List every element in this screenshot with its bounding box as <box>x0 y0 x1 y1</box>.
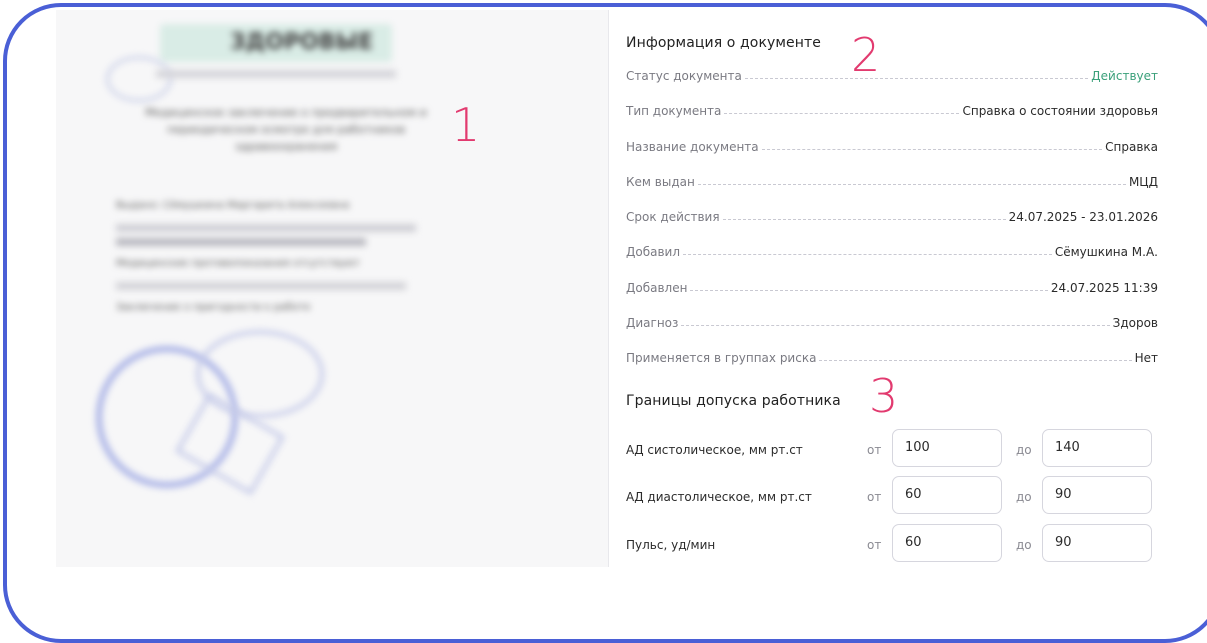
to-label: до <box>1016 443 1032 457</box>
info-value: Нет <box>1134 351 1158 365</box>
leader-dots <box>819 360 1132 361</box>
preview-header-text: ЗДОРОВЫЕ <box>230 30 374 55</box>
leader-dots <box>683 254 1052 255</box>
info-row-diagnosis: Диагноз Здоров <box>626 310 1158 330</box>
to-label: до <box>1016 538 1032 552</box>
limit-label: Пульс, уд/мин <box>626 538 716 552</box>
leader-dots <box>690 290 1048 291</box>
preview-title-line: здравоохранения <box>234 140 338 153</box>
info-label: Кем выдан <box>626 175 695 189</box>
limit-row-systolic: АД систолическое, мм рт.ст от 100 до 140 <box>626 429 1158 469</box>
info-row-name: Название документа Справка <box>626 134 1158 154</box>
leader-dots <box>744 78 1089 79</box>
leader-dots <box>722 219 1006 220</box>
info-label: Добавлен <box>626 281 688 295</box>
preview-line <box>116 282 406 290</box>
preview-line <box>116 238 366 246</box>
preview-title: Медицинское заключение о предварительном… <box>126 104 446 155</box>
info-row-status: Статус документа Действует <box>626 63 1158 83</box>
info-row-added-by: Добавил Сёмушкина М.А. <box>626 239 1158 259</box>
info-row-issuer: Кем выдан МЦД <box>626 169 1158 189</box>
info-label: Название документа <box>626 140 759 154</box>
info-value: Сёмушкина М.А. <box>1054 245 1158 259</box>
status-badge: Действует <box>1091 69 1158 83</box>
leader-dots <box>724 113 960 114</box>
from-label: от <box>867 443 882 457</box>
preview-body: Выдано: Сёмушкина Маргарита Алексеевна М… <box>116 194 436 320</box>
from-label: от <box>867 490 882 504</box>
pulse-to-input[interactable]: 90 <box>1042 524 1152 562</box>
info-label: Срок действия <box>626 210 720 224</box>
info-value: 24.07.2025 11:39 <box>1050 281 1158 295</box>
limit-row-pulse: Пульс, уд/мин от 60 до 90 <box>626 524 1158 564</box>
limit-label: АД систолическое, мм рт.ст <box>626 443 803 457</box>
info-row-added-date: Добавлен 24.07.2025 11:39 <box>626 275 1158 295</box>
callout-1: 1 <box>451 98 481 152</box>
info-label: Применяется в группах риска <box>626 351 817 365</box>
from-label: от <box>867 538 882 552</box>
preview-header-banner: ЗДОРОВЫЕ <box>160 24 392 62</box>
section-title-limits: Границы допуска работника <box>626 393 841 409</box>
leader-dots <box>761 149 1103 150</box>
section-title-doc-info: Информация о документе <box>626 35 821 51</box>
info-label: Добавил <box>626 245 681 259</box>
info-row-validity: Срок действия 24.07.2025 - 23.01.2026 <box>626 204 1158 224</box>
document-preview[interactable]: ЗДОРОВЫЕ Медицинское заключение о предва… <box>56 10 608 567</box>
info-value: МЦД <box>1128 175 1158 189</box>
info-row-type: Тип документа Справка о состоянии здоров… <box>626 98 1158 118</box>
leader-dots <box>681 325 1110 326</box>
preview-line <box>116 224 416 232</box>
systolic-to-input[interactable]: 140 <box>1042 429 1152 467</box>
vertical-divider <box>608 10 609 567</box>
info-value: 24.07.2025 - 23.01.2026 <box>1008 210 1158 224</box>
systolic-from-input[interactable]: 100 <box>892 429 1002 467</box>
pulse-from-input[interactable]: 60 <box>892 524 1002 562</box>
limit-row-diastolic: АД диастолическое, мм рт.ст от 60 до 90 <box>626 476 1158 516</box>
preview-title-line: периодическом осмотре для работников <box>166 123 406 136</box>
preview-body-line: Медицинские противопоказания отсутствуют <box>116 258 360 269</box>
info-label: Тип документа <box>626 104 722 118</box>
preview-line <box>156 70 396 78</box>
to-label: до <box>1016 490 1032 504</box>
preview-title-line: Медицинское заключение о предварительном… <box>145 106 427 119</box>
diastolic-to-input[interactable]: 90 <box>1042 476 1152 514</box>
info-row-risk-groups: Применяется в группах риска Нет <box>626 345 1158 365</box>
preview-body-line: Выдано: Сёмушкина Маргарита Алексеевна <box>116 200 350 211</box>
preview-logo <box>106 56 172 102</box>
limit-label: АД диастолическое, мм рт.ст <box>626 490 812 504</box>
preview-body-line: Заключение о пригодности к работе <box>116 302 311 313</box>
callout-3: 3 <box>869 369 899 423</box>
info-value: Справка о состоянии здоровья <box>962 104 1158 118</box>
info-value: Справка <box>1105 140 1158 154</box>
info-label: Диагноз <box>626 316 679 330</box>
info-label: Статус документа <box>626 69 742 83</box>
info-value: Здоров <box>1112 316 1158 330</box>
leader-dots <box>697 184 1126 185</box>
diastolic-from-input[interactable]: 60 <box>892 476 1002 514</box>
